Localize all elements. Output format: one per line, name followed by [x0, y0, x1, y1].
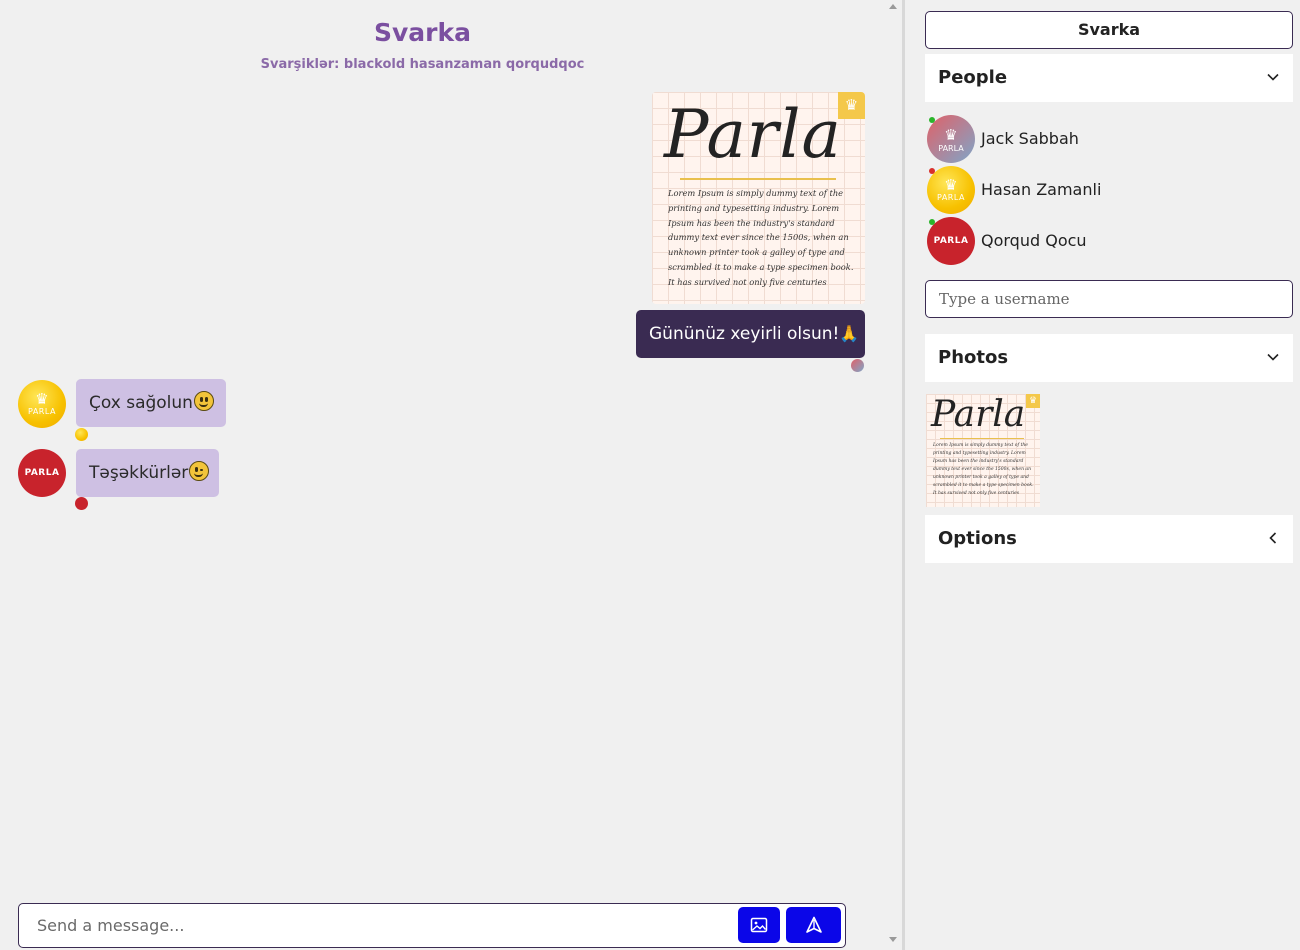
section-title: Options [938, 528, 1017, 549]
attach-photo-button[interactable] [738, 907, 780, 943]
avatar-label: PARLA [938, 143, 964, 153]
grinning-face-icon [193, 391, 214, 411]
folded-hands-icon: 🙏 [839, 324, 860, 343]
crown-icon: ♛ [35, 390, 49, 408]
divider [940, 438, 1024, 439]
crown-icon: ♛ [944, 176, 958, 194]
avatar: ♛ PARLA [927, 166, 975, 214]
person-name: Hasan Zamanli [981, 180, 1102, 199]
avatar-label: PARLA [937, 193, 965, 202]
chevron-down-icon [1267, 353, 1279, 361]
image-message[interactable]: ♛ Parla Lorem Ipsum is simply dummy text… [652, 92, 865, 304]
room-name-button[interactable]: Svarka [925, 11, 1293, 49]
chat-panel: Svarka Svarşiklər: blackold hasanzaman q… [0, 0, 902, 950]
read-receipt-avatar [851, 359, 864, 372]
divider [680, 178, 836, 180]
people-section-header[interactable]: People [925, 54, 1293, 102]
send-arrow-icon [805, 916, 822, 933]
crown-badge-icon: ♛ [838, 92, 865, 119]
message-text: Təşəkkürlər [89, 463, 189, 483]
message-bubble-incoming[interactable]: Çox sağolun [76, 379, 226, 427]
person-item[interactable]: ♛ PARLA Jack Sabbah [925, 115, 1293, 163]
chevron-left-icon [1269, 532, 1277, 544]
message-bubble-incoming[interactable]: Təşəkkürlər [76, 449, 219, 497]
message-bubble-outgoing[interactable]: Gününüz xeyirli olsun!🙏 [636, 310, 865, 358]
scroll-down-arrow-icon[interactable] [889, 937, 897, 942]
winking-face-icon [189, 461, 210, 481]
image-icon [750, 917, 768, 933]
message-composer [18, 903, 846, 948]
thumb-body-text: Lorem Ipsum is simply dummy text of the … [933, 443, 1034, 496]
avatar: ♛ PARLA [927, 115, 975, 163]
image-logo-text: Parla [664, 96, 842, 173]
avatar[interactable]: ♛ PARLA [18, 380, 66, 428]
chevron-down-icon [1267, 73, 1279, 81]
message-input[interactable] [37, 904, 737, 946]
online-status-dot [929, 219, 935, 225]
crown-badge-icon: ♛ [1026, 394, 1040, 408]
message-text: Gününüz xeyirli olsun! [649, 324, 840, 344]
read-receipt-avatar [75, 428, 88, 441]
avatar-label: PARLA [24, 468, 60, 478]
photo-thumbnail[interactable]: ♛ Parla Lorem Ipsum is simply dummy text… [926, 394, 1040, 507]
avatar-label: PARLA [28, 407, 56, 416]
person-name: Qorqud Qocu [981, 231, 1087, 250]
chat-title: Svarka [374, 18, 471, 47]
thumb-logo-text: Parla [931, 394, 1026, 435]
section-title: People [938, 67, 1008, 88]
photos-section-header[interactable]: Photos [925, 334, 1293, 382]
send-button[interactable] [786, 907, 841, 943]
details-sidebar: Svarka People ♛ PARLA Jack Sabbah ♛ PARLA … [905, 0, 1300, 950]
scroll-up-arrow-icon[interactable] [889, 4, 897, 9]
person-item[interactable]: PARLA Qorqud Qocu [925, 217, 1293, 265]
avatar-label: PARLA [933, 236, 969, 246]
online-status-dot [929, 117, 935, 123]
crown-icon: ♛ [944, 125, 958, 144]
chat-scrollbar[interactable] [885, 0, 902, 950]
image-body-text: Lorem Ipsum is simply dummy text of the … [668, 188, 854, 287]
username-input[interactable] [925, 280, 1293, 318]
avatar[interactable]: PARLA [18, 449, 66, 497]
section-title: Photos [938, 347, 1009, 368]
avatar: PARLA [927, 217, 975, 265]
message-text: Çox sağolun [89, 393, 193, 413]
chat-participants: Svarşiklər: blackold hasanzaman qorqudqo… [260, 57, 585, 72]
person-item[interactable]: ♛ PARLA Hasan Zamanli [925, 166, 1293, 214]
offline-status-dot [929, 168, 935, 174]
person-name: Jack Sabbah [981, 129, 1079, 148]
read-receipt-avatar [75, 497, 88, 510]
options-section-header[interactable]: Options [925, 515, 1293, 563]
